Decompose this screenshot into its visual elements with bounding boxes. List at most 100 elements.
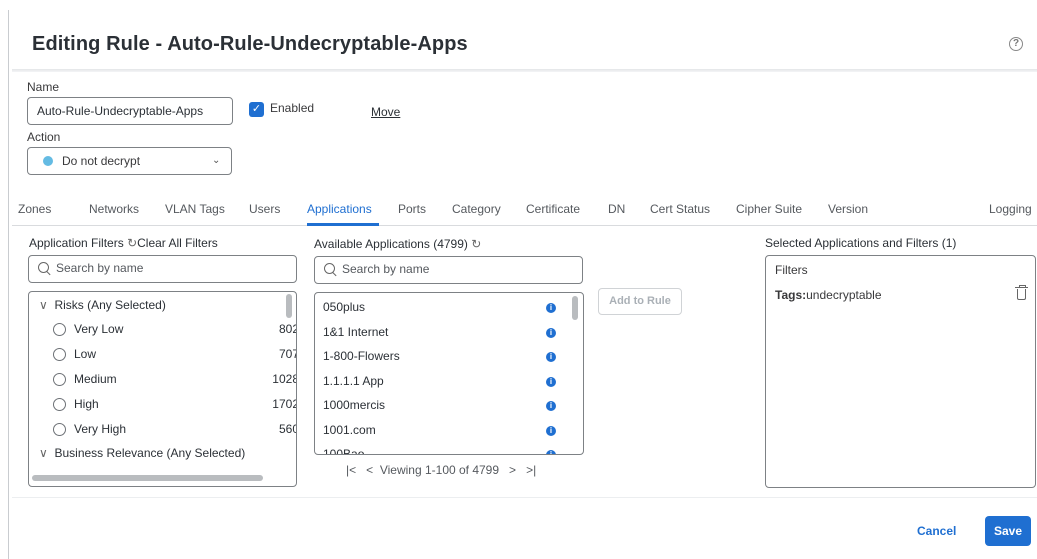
filter-group-risks[interactable]: ∨ Risks (Any Selected) — [39, 298, 166, 312]
clear-all-filters-link[interactable]: Clear All Filters — [137, 236, 218, 250]
app-list-item[interactable]: 050plus i — [315, 295, 565, 320]
save-button[interactable]: Save — [985, 516, 1031, 546]
info-icon[interactable]: i — [546, 377, 556, 387]
tab-ports[interactable]: Ports — [398, 202, 426, 216]
filter-radio[interactable] — [53, 373, 66, 386]
app-list-item[interactable]: 1-800-Flowers i — [315, 344, 565, 369]
vertical-scrollbar[interactable] — [572, 296, 578, 320]
footer-divider — [12, 497, 1037, 498]
pagination: |< < Viewing 1-100 of 4799 > >| — [346, 463, 536, 477]
filter-label: Very High — [74, 422, 127, 436]
app-filters-search[interactable]: Search by name — [28, 255, 297, 283]
action-select[interactable]: Do not decrypt ⌄ — [27, 147, 232, 175]
filter-row[interactable]: Very High 560 — [29, 419, 296, 444]
name-input[interactable]: Auto-Rule-Undecryptable-Apps — [27, 97, 233, 125]
tab-cipher-suite[interactable]: Cipher Suite — [736, 202, 802, 216]
add-to-rule-button[interactable]: Add to Rule — [598, 288, 682, 315]
cancel-button[interactable]: Cancel — [917, 524, 956, 538]
action-status-dot — [43, 156, 53, 166]
app-list-item[interactable]: 1.1.1.1 App i — [315, 369, 565, 394]
filter-radio[interactable] — [53, 323, 66, 336]
chevron-down-icon: ⌄ — [212, 155, 221, 166]
info-icon[interactable]: i — [546, 328, 556, 338]
tab-logging[interactable]: Logging — [989, 202, 1032, 216]
filter-radio[interactable] — [53, 423, 66, 436]
dialog-title: Editing Rule - Auto-Rule-Undecryptable-A… — [32, 33, 468, 55]
tab-networks[interactable]: Networks — [89, 202, 139, 216]
filter-row[interactable]: Low 707 — [29, 344, 297, 369]
app-filters-title-text: Application Filters — [29, 236, 124, 250]
filter-row[interactable]: High 1702 — [29, 394, 297, 419]
tab-zones[interactable]: Zones — [18, 202, 51, 216]
selected-title: Selected Applications and Filters (1) — [765, 236, 957, 250]
filter-radio[interactable] — [53, 348, 66, 361]
chevron-down-icon: ∨ — [39, 298, 48, 312]
filter-row[interactable]: Medium 1028 — [29, 369, 297, 394]
tab-cert-status[interactable]: Cert Status — [650, 202, 710, 216]
app-name: 050plus — [323, 300, 366, 314]
selected-panel: Filters Tags:undecryptable — [765, 255, 1036, 488]
filter-count: 1028 — [272, 372, 297, 386]
app-name: 1001.com — [323, 423, 376, 437]
filter-group-label: Business Relevance (Any Selected) — [54, 446, 246, 460]
tab-version[interactable]: Version — [828, 202, 868, 216]
question-circle-icon[interactable]: ? — [1009, 37, 1023, 51]
app-list-item[interactable]: 100Bao i — [315, 442, 565, 455]
enabled-checkbox[interactable]: ✓ — [249, 102, 264, 117]
filter-row[interactable]: Very Low 802 — [29, 319, 296, 344]
tab-users[interactable]: Users — [249, 202, 280, 216]
available-apps-search-placeholder: Search by name — [342, 262, 430, 276]
info-icon[interactable]: i — [546, 450, 556, 454]
available-apps-title: Available Applications (4799) ↻ — [314, 237, 481, 251]
app-name: 100Bao — [323, 447, 365, 455]
horizontal-scrollbar[interactable] — [32, 475, 263, 481]
tab-applications[interactable]: Applications — [307, 202, 372, 216]
tab-dn[interactable]: DN — [608, 202, 625, 216]
tag-value: undecryptable — [806, 288, 882, 302]
filter-radio[interactable] — [53, 398, 66, 411]
app-list-item[interactable]: 1001.com i — [315, 418, 565, 443]
info-icon[interactable]: i — [546, 401, 556, 411]
app-name: 1&1 Internet — [323, 325, 389, 339]
filter-group-business-relevance[interactable]: ∨ Business Relevance (Any Selected) — [39, 446, 245, 460]
filter-label: High — [74, 397, 99, 411]
vertical-scrollbar[interactable] — [286, 294, 292, 318]
info-icon[interactable]: i — [546, 303, 556, 313]
tab-vlan-tags[interactable]: VLAN Tags — [165, 202, 225, 216]
app-filters-search-placeholder: Search by name — [56, 261, 144, 275]
filter-count: 707 — [278, 347, 297, 361]
info-icon[interactable]: i — [546, 352, 556, 362]
action-label: Action — [27, 130, 61, 144]
next-page-icon[interactable]: > — [509, 463, 516, 477]
prev-page-icon[interactable]: < — [366, 463, 373, 477]
filter-label: Very Low — [74, 322, 124, 336]
app-name: 1.1.1.1 App — [323, 374, 384, 388]
app-list-item[interactable]: 1&1 Internet i — [315, 320, 565, 345]
active-tab-indicator — [307, 223, 379, 226]
pager-text: Viewing 1-100 of 4799 — [379, 463, 500, 477]
app-filters-panel: ∨ Risks (Any Selected) Very Low 802 Low … — [28, 291, 297, 487]
tag-key: Tags: — [775, 288, 807, 302]
refresh-icon[interactable]: ↻ — [471, 237, 481, 251]
selected-filter-item: Tags:undecryptable — [775, 288, 882, 302]
last-page-icon[interactable]: >| — [526, 463, 536, 477]
filter-label: Medium — [74, 372, 117, 386]
first-page-icon[interactable]: |< — [346, 463, 356, 477]
trash-icon[interactable] — [1015, 285, 1028, 300]
tab-category[interactable]: Category — [452, 202, 501, 216]
available-apps-search[interactable]: Search by name — [314, 256, 583, 284]
app-list-item[interactable]: 1000mercis i — [315, 393, 565, 418]
move-link[interactable]: Move — [371, 105, 400, 119]
info-icon[interactable]: i — [546, 426, 556, 436]
name-label: Name — [27, 80, 60, 94]
search-icon — [38, 262, 49, 273]
app-filters-title: Application Filters ↻Clear All Filters — [29, 236, 218, 250]
filters-label: Filters — [775, 263, 808, 277]
tab-certificate[interactable]: Certificate — [526, 202, 580, 216]
filter-label: Low — [74, 347, 97, 361]
filter-count: 1702 — [272, 397, 297, 411]
enabled-label: Enabled — [270, 101, 315, 115]
refresh-icon[interactable]: ↻ — [127, 236, 137, 250]
available-apps-title-text: Available Applications (4799) — [314, 237, 468, 251]
filter-group-label: Risks (Any Selected) — [54, 298, 166, 312]
